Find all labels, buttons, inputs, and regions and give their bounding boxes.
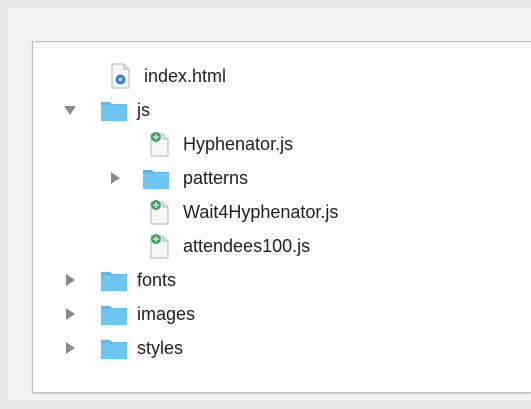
tree-item-images[interactable]: images — [33, 297, 531, 331]
tree-item-label: styles — [137, 338, 184, 358]
disclosure-collapsed-icon[interactable] — [63, 306, 77, 322]
tree-item-label: images — [137, 304, 196, 324]
folder-icon — [99, 96, 129, 124]
tree-item-label: attendees100.js — [183, 236, 311, 256]
js-file-icon — [144, 198, 174, 226]
tree-item-js[interactable]: js — [33, 93, 531, 127]
tree-item-styles[interactable]: styles — [33, 331, 531, 365]
tree-item-label: fonts — [137, 270, 177, 290]
js-file-icon — [144, 130, 174, 158]
tree-item-patterns[interactable]: patterns — [33, 161, 531, 195]
tree-item-label: Wait4Hyphenator.js — [183, 202, 339, 222]
tree-item-index-html[interactable]: index.html — [33, 59, 531, 93]
disclosure-collapsed-icon[interactable] — [63, 272, 77, 288]
disclosure-collapsed-icon[interactable] — [63, 340, 77, 356]
folder-icon — [99, 300, 129, 328]
tree-item-label: patterns — [183, 168, 249, 188]
disclosure-collapsed-icon[interactable] — [108, 170, 122, 186]
file-tree: index.html js Hyphenator.js patterns Wai… — [32, 41, 531, 393]
html-file-icon — [105, 62, 135, 90]
tree-item-wait4hyphenator-js[interactable]: Wait4Hyphenator.js — [33, 195, 531, 229]
window-background: index.html js Hyphenator.js patterns Wai… — [8, 8, 531, 400]
folder-icon — [99, 334, 129, 362]
js-file-icon — [144, 232, 174, 260]
tree-item-label: js — [137, 100, 150, 120]
disclosure-expanded-icon[interactable] — [63, 102, 77, 118]
tree-item-attendees100-js[interactable]: attendees100.js — [33, 229, 531, 263]
folder-icon — [99, 266, 129, 294]
tree-item-hyphenator-js[interactable]: Hyphenator.js — [33, 127, 531, 161]
folder-icon — [141, 164, 171, 192]
tree-item-label: Hyphenator.js — [183, 134, 294, 154]
tree-item-fonts[interactable]: fonts — [33, 263, 531, 297]
tree-item-label: index.html — [144, 66, 227, 86]
